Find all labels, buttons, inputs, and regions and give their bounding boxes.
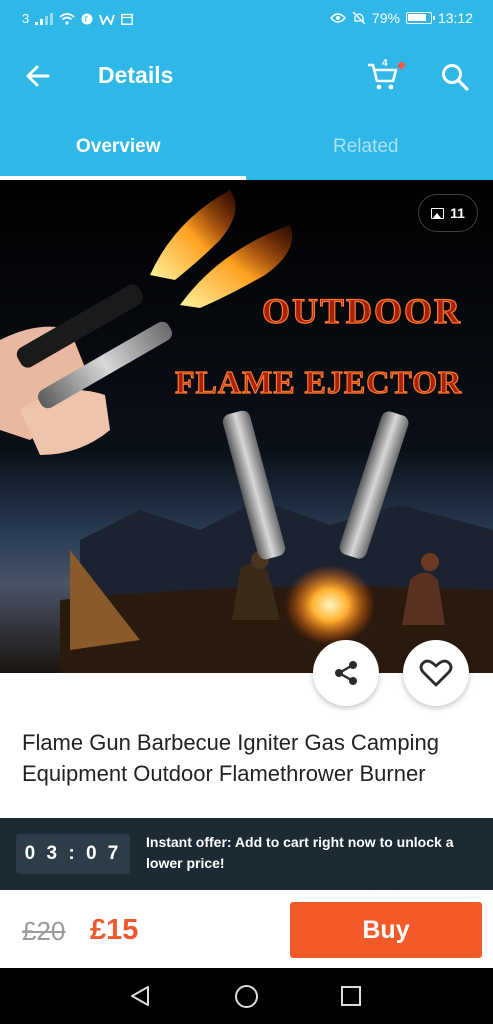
signal-icon xyxy=(35,12,54,25)
photo-count-label: 11 xyxy=(450,205,465,221)
share-button[interactable] xyxy=(313,640,379,706)
photo-count-badge[interactable]: 11 xyxy=(418,194,478,232)
tab-overview[interactable]: Overview xyxy=(76,136,161,158)
page-title: Details xyxy=(98,62,174,88)
status-left: 3 f xyxy=(22,11,134,26)
original-price: £20 xyxy=(22,916,66,946)
purchase-bar: £20 £15 Buy xyxy=(0,890,493,968)
cart-count-badge: 4 xyxy=(382,58,388,69)
offer-countdown-timer: 0 3 : 0 7 xyxy=(16,834,130,874)
calendar-notification-icon xyxy=(121,13,134,25)
eye-comfort-icon xyxy=(329,13,346,23)
alarm-off-icon xyxy=(352,11,366,25)
status-right: 79% 13:12 xyxy=(329,10,473,26)
cart-notification-dot xyxy=(398,62,405,69)
heart-icon xyxy=(419,659,453,687)
app-notification-icon: f xyxy=(81,13,93,24)
nav-home-icon[interactable] xyxy=(234,984,259,1009)
offer-text: Instant offer: Add to cart right now to … xyxy=(146,834,454,871)
search-icon[interactable] xyxy=(440,62,470,92)
carrier-label: 3 xyxy=(22,11,30,26)
clock: 13:12 xyxy=(437,10,473,26)
current-price: £15 xyxy=(90,914,139,946)
product-title: Flame Gun Barbecue Igniter Gas Camping E… xyxy=(22,730,439,786)
svg-text:f: f xyxy=(85,15,88,24)
app-bar: Details 4 xyxy=(0,38,493,114)
tab-related[interactable]: Related xyxy=(333,136,399,158)
wish-notification-icon xyxy=(99,14,116,25)
battery-icon xyxy=(405,12,435,24)
nav-back-icon[interactable] xyxy=(128,984,152,1008)
status-bar: 3 f 79% 13:12 xyxy=(0,0,493,38)
image-text-outdoor: OUTDOOR xyxy=(262,291,462,331)
image-text-flame-ejector: FLAME EJECTOR xyxy=(175,364,462,400)
instant-offer-banner[interactable]: 0 3 : 0 7 Instant offer: Add to cart rig… xyxy=(0,818,493,890)
share-icon xyxy=(335,661,357,685)
battery-percent: 79% xyxy=(371,10,400,26)
buy-button[interactable]: Buy xyxy=(290,902,482,958)
wifi-icon xyxy=(59,12,75,25)
product-photo: OUTDOOR FLAME EJECTOR xyxy=(0,180,493,673)
system-navigation-bar xyxy=(0,968,493,1024)
back-arrow-icon[interactable] xyxy=(22,60,54,92)
nav-recents-icon[interactable] xyxy=(340,985,362,1007)
image-icon xyxy=(431,207,445,219)
wishlist-button[interactable] xyxy=(403,640,469,706)
product-image[interactable]: OUTDOOR FLAME EJECTOR 11 xyxy=(0,180,493,673)
tab-bar: Overview Related xyxy=(0,114,493,180)
